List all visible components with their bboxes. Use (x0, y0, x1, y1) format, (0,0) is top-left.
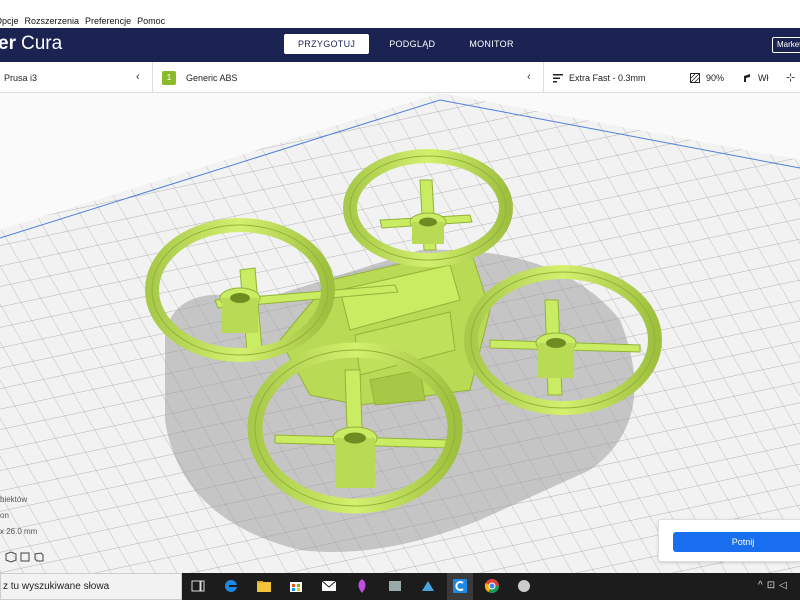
title-bar (0, 0, 800, 14)
stage-tabs: PRZYGOTUJ PODGLĄD MONITOR (284, 34, 534, 54)
profile-icon (553, 73, 563, 82)
material-selector[interactable]: 1 Generic ABS (162, 62, 238, 93)
view-side-icon[interactable] (32, 550, 46, 564)
file-explorer-icon[interactable] (256, 578, 272, 594)
print-settings-selector[interactable]: Extra Fast - 0.3mm (553, 62, 646, 93)
view-orientation-controls (4, 550, 46, 564)
extruder-icon: 1 (162, 70, 176, 85)
adhesion-setting[interactable]: ⊹ (786, 62, 795, 93)
slice-panel: Potnij (658, 519, 800, 562)
volume-icon[interactable]: ◁ (779, 580, 787, 591)
marketplace-button[interactable]: Marketplace (772, 37, 800, 53)
slice-button[interactable]: Potnij (673, 532, 800, 552)
material-name: Generic ABS (186, 72, 238, 83)
mail-icon[interactable] (321, 578, 337, 594)
system-tray: ^ ⊡ ◁ (758, 580, 791, 591)
divider (543, 62, 544, 93)
store-icon[interactable] (288, 578, 304, 594)
chevron-left-icon[interactable]: ‹ (136, 71, 140, 83)
infill-value: 90% (706, 72, 725, 83)
support-icon (744, 73, 750, 82)
view-3d-icon[interactable] (4, 550, 18, 564)
chevron-up-icon[interactable]: ^ (758, 580, 763, 591)
profile-name: Extra Fast - 0.3mm (569, 72, 646, 83)
cura-window: Opcje Rozszerzenia Preferencje Pomoc erC… (0, 0, 800, 600)
object-count: biektów (0, 495, 28, 504)
3d-viewport[interactable] (0, 93, 800, 573)
tab-monitor[interactable]: MONITOR (455, 34, 527, 54)
printer-selector[interactable]: Prusa i3 (4, 62, 37, 93)
edge-icon[interactable] (223, 578, 239, 594)
app-icon[interactable] (516, 578, 532, 594)
cura-icon[interactable] (452, 578, 468, 594)
app-icon[interactable] (420, 578, 436, 594)
tab-preview[interactable]: PODGLĄD (375, 34, 449, 54)
menu-options[interactable]: Opcje (0, 16, 19, 26)
app-header: erCura PRZYGOTUJ PODGLĄD MONITOR Marketp… (0, 28, 800, 62)
adhesion-icon: ⊹ (786, 72, 796, 84)
app-logo: er Cura (0, 33, 63, 54)
printer-name: Prusa i3 (4, 72, 38, 83)
tab-prepare[interactable]: PRZYGOTUJ (284, 34, 370, 54)
chrome-icon[interactable] (484, 578, 500, 594)
settings-bar: Prusa i3 ‹ 1 Generic ABS ‹ Extra Fast - … (0, 62, 800, 93)
chevron-left-icon[interactable]: ‹ (527, 71, 531, 83)
infill-setting[interactable]: 90% (690, 62, 724, 93)
support-value: Wł (758, 72, 769, 83)
divider (152, 62, 153, 93)
network-icon[interactable]: ⊡ (767, 580, 775, 591)
paint3d-icon[interactable] (354, 578, 370, 594)
menu-help[interactable]: Pomoc (137, 16, 165, 26)
menu-bar: Opcje Rozszerzenia Preferencje Pomoc (0, 14, 800, 28)
object-dimensions: x 26.0 mm (0, 527, 38, 536)
view-front-icon[interactable] (18, 550, 32, 564)
app-icon[interactable] (387, 578, 403, 594)
object-name: on (0, 511, 9, 520)
menu-extensions[interactable]: Rozszerzenia (25, 16, 80, 26)
build-plate-scene (0, 93, 800, 573)
support-setting[interactable]: Wł (742, 62, 769, 93)
object-info: biektów on x 26.0 mm (0, 495, 37, 543)
infill-icon (690, 72, 700, 83)
menu-preferences[interactable]: Preferencje (85, 16, 131, 26)
task-view-icon[interactable] (190, 578, 206, 594)
taskbar-search-input[interactable]: z tu wyszukiwane słowa (0, 573, 182, 600)
windows-taskbar: z tu wyszukiwane słowa ^ ⊡ ◁ (0, 573, 800, 600)
